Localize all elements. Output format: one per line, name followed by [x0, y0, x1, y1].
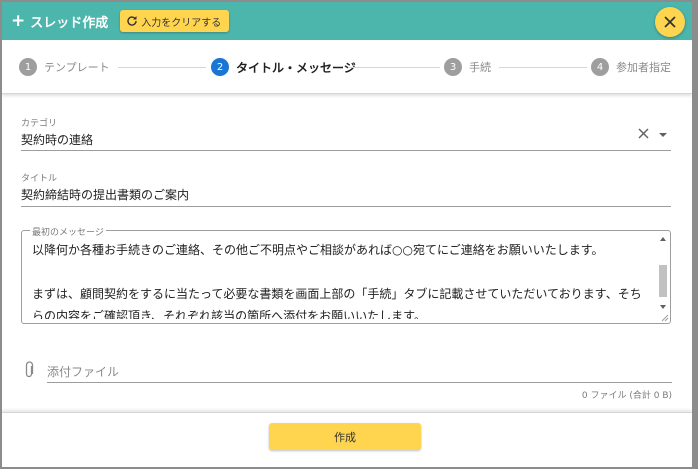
category-label: カテゴリ: [21, 119, 58, 129]
title-value: 契約締結時の提出書類のご案内: [21, 188, 190, 202]
step-connector: [348, 67, 440, 68]
step-connector: [499, 67, 587, 68]
step-label: テンプレート: [44, 61, 110, 74]
step-label: 参加者指定: [616, 61, 671, 74]
message-scrollbar[interactable]: [659, 237, 668, 319]
close-icon[interactable]: [638, 128, 649, 139]
step-template[interactable]: 1 テンプレート: [19, 58, 110, 76]
message-label: 最初のメッセージ: [30, 225, 106, 238]
step-label: 手続: [469, 61, 491, 74]
clear-input-label: 入力をクリアする: [141, 17, 222, 29]
refresh-icon: [127, 16, 137, 26]
message-textarea[interactable]: 最初のメッセージ 以降何か各種お手続きのご連絡、その他ご不明点やご相談があれば○…: [21, 225, 671, 324]
title-field[interactable]: タイトル 契約締結時の提出書類のご案内: [21, 171, 671, 207]
step-procedures[interactable]: 3 手続: [444, 58, 491, 76]
step-label: タイトル・メッセージ: [236, 60, 356, 75]
category-value: 契約時の連絡: [21, 133, 94, 147]
step-number: 4: [591, 58, 609, 76]
create-button[interactable]: 作成: [269, 423, 421, 450]
file-count: 0 ファイル (合計 0 B): [581, 391, 672, 401]
message-text[interactable]: 以降何か各種お手続きのご連絡、その他ご不明点やご相談があれば○○宛てにご連絡をお…: [32, 239, 652, 319]
resize-handle-icon[interactable]: [661, 314, 669, 322]
step-connector: [118, 67, 206, 68]
step-number: 3: [444, 58, 462, 76]
create-thread-dialog: + スレッド作成 入力をクリアする 1 テンプレート 2 タイトル・メッセージ: [2, 2, 692, 467]
close-button[interactable]: [655, 7, 685, 37]
clear-input-button[interactable]: 入力をクリアする: [120, 10, 230, 32]
step-participants[interactable]: 4 参加者指定: [591, 58, 671, 76]
plus-icon: +: [11, 10, 26, 31]
step-number: 1: [19, 58, 37, 76]
scroll-up-icon[interactable]: [660, 237, 666, 241]
chevron-down-icon[interactable]: [659, 133, 667, 137]
dialog-header: + スレッド作成 入力をクリアする: [2, 2, 692, 40]
attachment-field[interactable]: 添付ファイル: [47, 361, 672, 383]
attachment-placeholder: 添付ファイル: [47, 365, 120, 379]
stepper: 1 テンプレート 2 タイトル・メッセージ 3 手続 4 参加者指定: [2, 40, 692, 94]
title-label: タイトル: [21, 174, 58, 184]
step-number: 2: [211, 58, 229, 76]
close-icon: [664, 16, 676, 28]
paperclip-icon[interactable]: [24, 361, 35, 379]
scrollbar-thumb[interactable]: [659, 265, 667, 297]
scroll-down-icon[interactable]: [660, 305, 666, 309]
category-select[interactable]: カテゴリ 契約時の連絡: [21, 116, 671, 151]
dialog-title: スレッド作成: [30, 15, 109, 31]
dialog-footer: 作成: [2, 412, 692, 467]
step-title-message[interactable]: 2 タイトル・メッセージ: [211, 58, 356, 76]
